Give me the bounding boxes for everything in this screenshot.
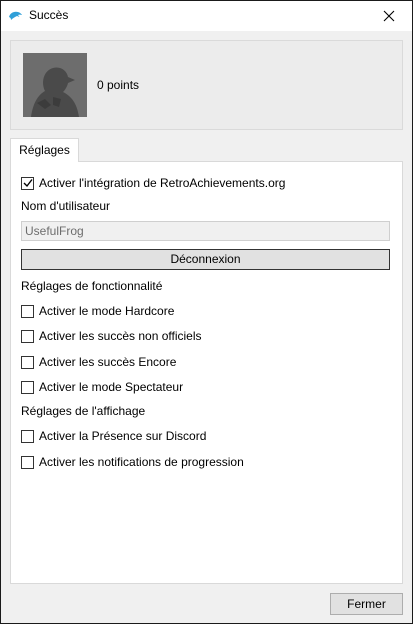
window-title: Succès — [29, 8, 69, 22]
discord-presence-checkbox[interactable]: Activer la Présence sur Discord — [21, 428, 206, 444]
checkbox-unchecked[interactable] — [21, 355, 34, 369]
encore-achievements-label: Activer les succès Encore — [39, 355, 177, 369]
profile-panel: 0 points — [10, 40, 403, 130]
avatar — [23, 53, 87, 117]
functionality-heading: Réglages de fonctionnalité — [21, 279, 163, 293]
close-icon[interactable] — [366, 1, 412, 31]
encore-achievements-checkbox[interactable]: Activer les succès Encore — [21, 354, 176, 370]
checkbox-unchecked[interactable] — [21, 329, 34, 343]
achievements-window: Succès 0 points Réglages Activer l'intég… — [0, 0, 413, 624]
tab-settings[interactable]: Réglages — [10, 138, 79, 162]
checkbox-unchecked[interactable] — [21, 429, 34, 443]
checkbox-unchecked[interactable] — [21, 380, 34, 394]
title-bar[interactable]: Succès — [1, 1, 412, 31]
spectator-mode-checkbox[interactable]: Activer le mode Spectateur — [21, 379, 183, 395]
checkbox-checked[interactable] — [21, 176, 34, 190]
dolphin-icon — [7, 8, 23, 24]
hardcore-mode-label: Activer le mode Hardcore — [39, 304, 175, 318]
progress-notifications-label: Activer les notifications de progression — [39, 455, 244, 469]
username-label: Nom d'utilisateur — [21, 199, 110, 213]
discord-presence-label: Activer la Présence sur Discord — [39, 429, 207, 443]
logout-button[interactable]: Déconnexion — [21, 249, 390, 270]
username-field[interactable]: UsefulFrog — [21, 221, 390, 241]
unofficial-achievements-checkbox[interactable]: Activer les succès non officiels — [21, 328, 202, 344]
enable-integration-checkbox[interactable]: Activer l'intégration de RetroAchievemen… — [21, 175, 285, 191]
hardcore-mode-checkbox[interactable]: Activer le mode Hardcore — [21, 303, 174, 319]
display-heading: Réglages de l'affichage — [21, 404, 146, 418]
checkbox-unchecked[interactable] — [21, 455, 34, 469]
progress-notifications-checkbox[interactable]: Activer les notifications de progression — [21, 454, 244, 470]
points-label: 0 points — [97, 78, 140, 92]
spectator-mode-label: Activer le mode Spectateur — [39, 380, 184, 394]
enable-integration-label: Activer l'intégration de RetroAchievemen… — [39, 176, 286, 190]
checkbox-unchecked[interactable] — [21, 304, 34, 318]
close-button[interactable]: Fermer — [330, 593, 403, 615]
unofficial-achievements-label: Activer les succès non officiels — [39, 329, 202, 343]
settings-panel: Activer l'intégration de RetroAchievemen… — [10, 161, 403, 584]
